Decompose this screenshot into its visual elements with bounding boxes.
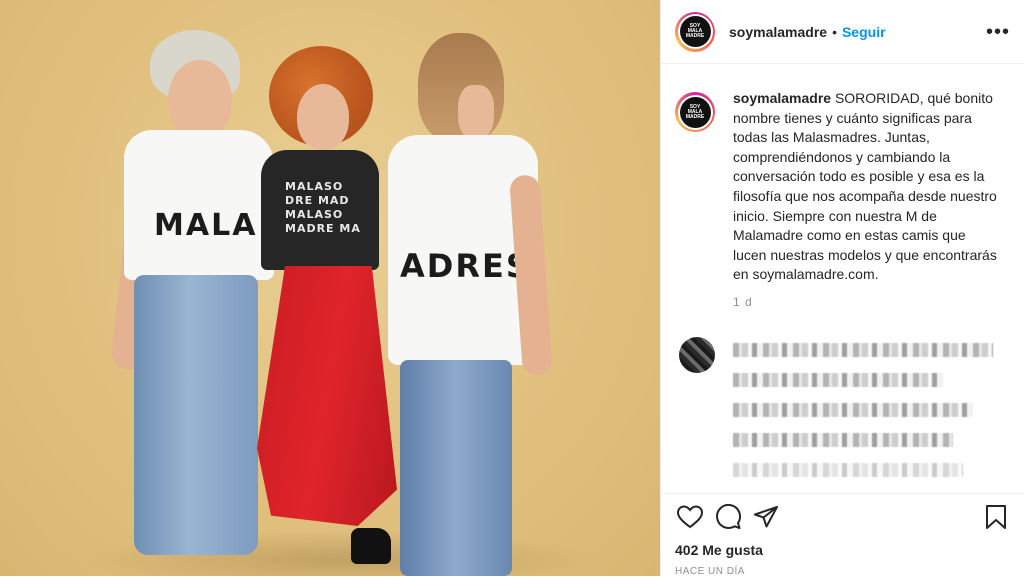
caption-text: soymalamadre SORORIDAD, qué bonito nombr… — [733, 89, 1003, 285]
pixelated-comment — [733, 337, 1003, 493]
comments-area[interactable]: SOY MALA MADRE soymalamadre SORORIDAD, q… — [661, 65, 1024, 493]
avatar-logo: SOY MALA MADRE — [679, 16, 711, 47]
face-right — [458, 85, 494, 139]
share-icon[interactable] — [751, 502, 781, 532]
post-panel: SOY MALA MADRE soymalamadre • Seguir •••… — [660, 0, 1024, 577]
caption-time: 1 d — [733, 294, 753, 309]
pixelated-avatar — [679, 336, 715, 373]
list-item — [675, 336, 1011, 493]
tshirt-white-left — [124, 130, 274, 280]
caption-row: SOY MALA MADRE soymalamadre SORORIDAD, q… — [675, 89, 1011, 285]
post-photo[interactable]: MALA MALASO DRE MAD MALASO MADRE MA ADRE… — [0, 0, 660, 576]
caption-body: SORORIDAD, qué bonito nombre tienes y cu… — [733, 90, 997, 283]
avatar-ring: SOY MALA MADRE — [677, 14, 713, 49]
blurred-line — [733, 462, 963, 477]
post-header: SOY MALA MADRE soymalamadre • Seguir ••• — [661, 0, 1024, 64]
bookmark-icon[interactable] — [981, 502, 1011, 532]
heart-icon[interactable] — [675, 502, 705, 532]
caption-avatar-ring: SOY MALA MADRE — [677, 94, 713, 130]
face-middle — [297, 84, 349, 150]
follow-button[interactable]: Seguir — [842, 24, 886, 40]
separator-dot: • — [832, 23, 837, 40]
tee-text-right: ADRES — [400, 247, 531, 285]
jeans-left — [134, 275, 258, 555]
blurred-line — [733, 432, 953, 447]
instagram-post-view: MALA MALASO DRE MAD MALASO MADRE MA ADRE… — [0, 0, 1024, 577]
tee-text-left: MALA — [154, 208, 258, 243]
posted-time[interactable]: HACE UN DÍA — [675, 566, 1011, 577]
action-icons — [675, 502, 1011, 532]
comment-icon[interactable] — [713, 502, 743, 532]
face-left — [168, 60, 232, 138]
model-right: ADRES — [370, 25, 560, 576]
tee-text-middle: MALASO DRE MAD MALASO MADRE MA — [285, 180, 361, 235]
caption-avatar[interactable]: SOY MALA MADRE — [675, 92, 715, 132]
blurred-line — [733, 402, 973, 417]
header-username[interactable]: soymalamadre — [729, 24, 827, 40]
caption-avatar-logo: SOY MALA MADRE — [679, 96, 711, 128]
post-actions: 402 Me gusta HACE UN DÍA — [661, 493, 1024, 577]
jeans-right — [400, 360, 512, 576]
blurred-line — [733, 372, 943, 387]
more-options-icon[interactable]: ••• — [986, 22, 1010, 42]
caption-username[interactable]: soymalamadre — [733, 90, 831, 106]
blurred-line — [733, 342, 993, 357]
likes-count[interactable]: 402 Me gusta — [675, 542, 1011, 558]
avatar[interactable]: SOY MALA MADRE — [675, 11, 715, 52]
